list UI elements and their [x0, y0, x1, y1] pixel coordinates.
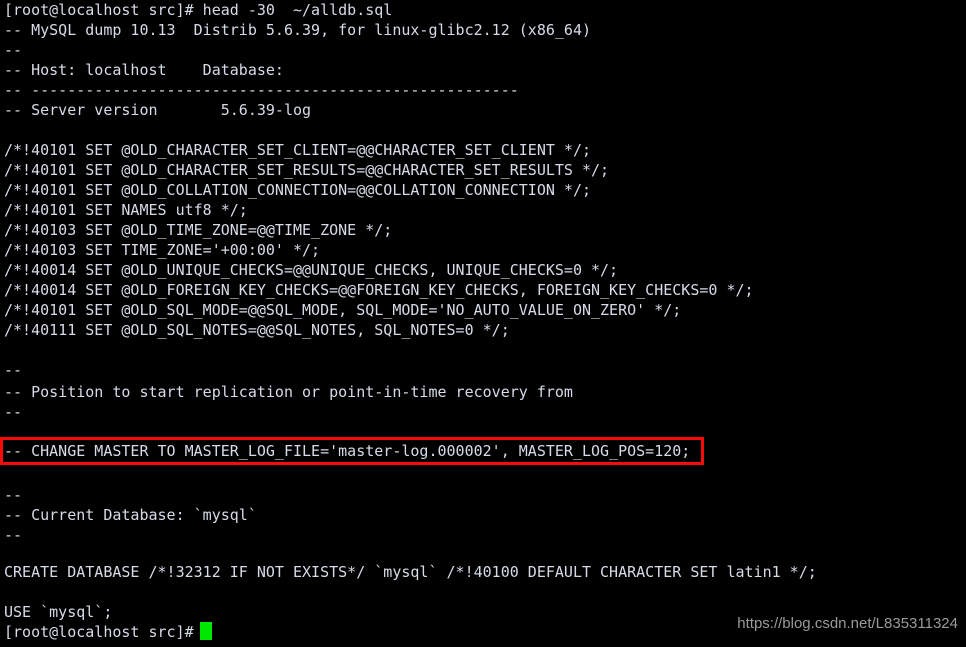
terminal-line: -- MySQL dump 10.13 Distrib 5.6.39, for … [4, 21, 591, 39]
terminal-line: -- Current Database: `mysql` [4, 506, 257, 524]
terminal-cursor [200, 622, 212, 640]
terminal-line: -- Position to start replication or poin… [4, 383, 573, 401]
terminal-line: -- Host: localhost Database: [4, 61, 293, 79]
terminal-line: -- [4, 361, 23, 379]
terminal-line: -- [4, 41, 23, 59]
terminal-line: [root@localhost src]# head -30 ~/alldb.s… [4, 1, 393, 19]
terminal-line-create-database: CREATE DATABASE /*!32312 IF NOT EXISTS*/… [4, 563, 817, 581]
terminal-line-change-master: -- CHANGE MASTER TO MASTER_LOG_FILE='mas… [4, 442, 691, 460]
terminal-line: -- Server version 5.6.39-log [4, 101, 312, 119]
terminal-line: /*!40101 SET @OLD_COLLATION_CONNECTION=@… [4, 181, 591, 199]
terminal-line: /*!40014 SET @OLD_UNIQUE_CHECKS=@@UNIQUE… [4, 261, 619, 279]
terminal-line: -- [4, 486, 23, 504]
terminal-line: /*!40111 SET @OLD_SQL_NOTES=@@SQL_NOTES,… [4, 321, 510, 339]
terminal-line: -- [4, 403, 23, 421]
terminal-prompt-line: [root@localhost src]# [4, 623, 203, 641]
terminal-window[interactable]: [root@localhost src]# head -30 ~/alldb.s… [0, 0, 966, 647]
terminal-line-use-database: USE `mysql`; [4, 603, 113, 621]
watermark-text: https://blog.csdn.net/L835311324 [737, 615, 958, 632]
terminal-line: /*!40101 SET @OLD_SQL_MODE=@@SQL_MODE, S… [4, 301, 682, 319]
terminal-line: /*!40103 SET TIME_ZONE='+00:00' */; [4, 241, 321, 259]
terminal-line: /*!40101 SET @OLD_CHARACTER_SET_RESULTS=… [4, 161, 610, 179]
terminal-line: /*!40101 SET NAMES utf8 */; [4, 201, 248, 219]
terminal-line: /*!40014 SET @OLD_FOREIGN_KEY_CHECKS=@@F… [4, 281, 754, 299]
terminal-line: /*!40101 SET @OLD_CHARACTER_SET_CLIENT=@… [4, 141, 591, 159]
terminal-line: /*!40103 SET @OLD_TIME_ZONE=@@TIME_ZONE … [4, 221, 393, 239]
terminal-line-separator: -- -------------------------------------… [4, 81, 519, 99]
terminal-line: -- [4, 526, 23, 544]
